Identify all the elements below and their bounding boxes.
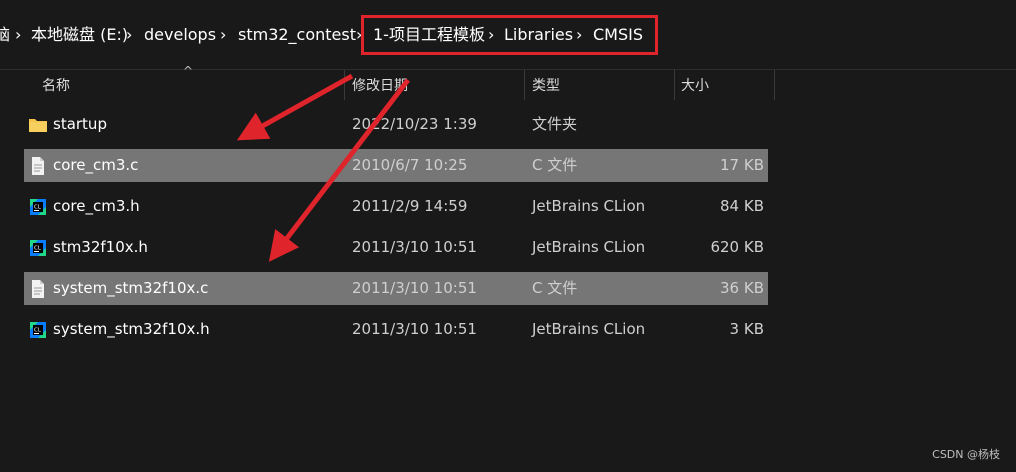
annotation-arrow [236, 73, 354, 141]
watermark: CSDN @杨枝 [932, 448, 1000, 461]
annotation-arrows [236, 73, 410, 262]
